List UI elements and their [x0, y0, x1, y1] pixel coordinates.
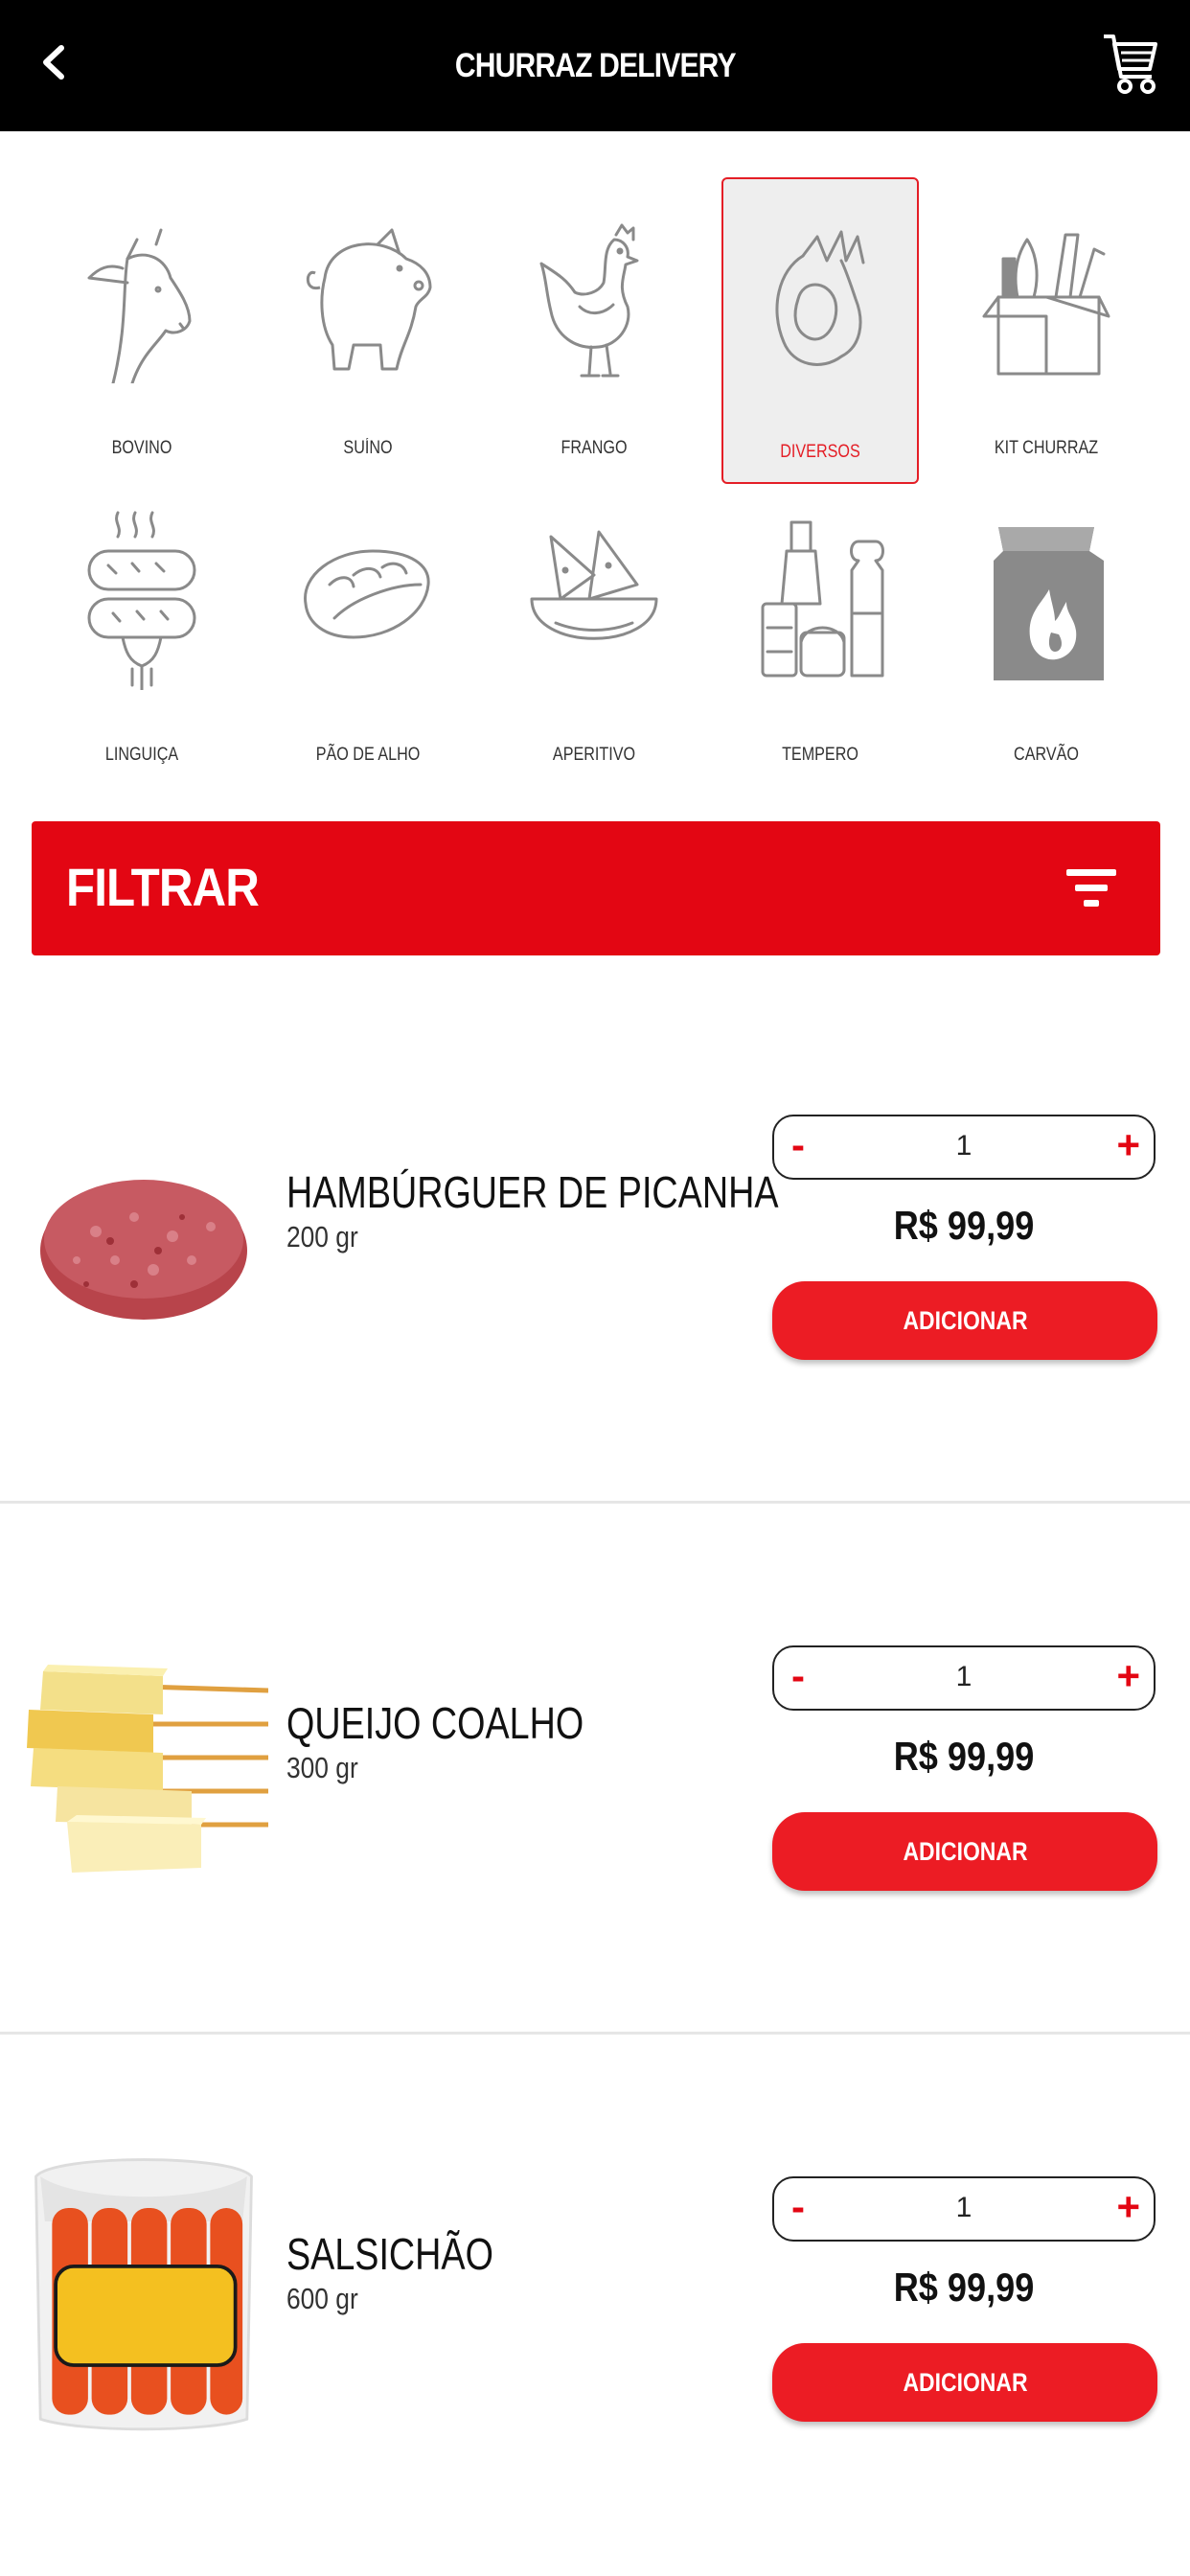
charcoal-bag-icon — [994, 527, 1104, 680]
category-carvao[interactable]: CARVÃO — [948, 479, 1145, 786]
product-card: QUEIJO COALHO 300 gr - 1 + R$ 99,99 ADIC… — [0, 1504, 1190, 2036]
product-price: R$ 99,99 — [893, 1203, 1035, 1248]
burger-patty-image — [40, 1180, 247, 1320]
increase-button[interactable]: + — [1116, 2184, 1140, 2230]
category-kit-churraz[interactable]: KIT CHURRAZ — [948, 172, 1145, 479]
product-name: SALSICHÃO — [286, 2229, 493, 2279]
category-aperitivo[interactable]: APERITIVO — [495, 479, 693, 786]
quantity-stepper[interactable]: - 1 + — [772, 1115, 1156, 1180]
quantity-stepper[interactable]: - 1 + — [772, 1645, 1156, 1711]
filter-icon — [1066, 869, 1116, 907]
cart-icon[interactable] — [1100, 29, 1161, 98]
category-tempero[interactable]: TEMPERO — [721, 479, 919, 786]
category-pao-de-alho[interactable]: PÃO DE ALHO — [269, 479, 467, 786]
add-to-cart-button[interactable]: ADICIONAR — [772, 2343, 1157, 2422]
spices-icon — [761, 520, 884, 678]
top-bar: CHURRAZ DELIVERY — [0, 0, 1190, 131]
category-label: APERITIVO — [552, 745, 636, 765]
category-diversos[interactable]: DIVERSOS — [721, 177, 919, 484]
category-label: KIT CHURRAZ — [994, 438, 1099, 458]
increase-button[interactable]: + — [1116, 1122, 1140, 1168]
quantity-value: 1 — [955, 1130, 973, 1162]
sausage-pack-image — [34, 2158, 253, 2431]
cow-icon — [87, 228, 192, 383]
filter-button[interactable]: FILTRAR — [32, 821, 1160, 955]
category-label: SUÍNO — [343, 438, 393, 458]
quantity-value: 1 — [955, 1661, 973, 1692]
category-label: LINGUIÇA — [104, 745, 179, 765]
product-price: R$ 99,99 — [893, 1734, 1035, 1779]
garlic-bread-icon — [304, 549, 430, 639]
category-label: BOVINO — [111, 438, 172, 458]
nachos-bowl-icon — [530, 530, 658, 640]
category-label: PÃO DE ALHO — [315, 745, 421, 765]
product-card: SALSICHÃO 600 gr - 1 + R$ 99,99 ADICIONA… — [0, 2035, 1190, 2566]
category-label: TEMPERO — [782, 745, 858, 765]
category-bovino[interactable]: BOVINO — [43, 172, 240, 479]
category-suino[interactable]: SUÍNO — [269, 172, 467, 479]
product-weight: 300 gr — [286, 1751, 358, 1784]
filter-label: FILTRAR — [66, 857, 260, 917]
category-frango[interactable]: FRANGO — [495, 172, 693, 479]
product-name: QUEIJO COALHO — [286, 1698, 584, 1748]
category-label: DIVERSOS — [780, 442, 860, 462]
product-price: R$ 99,99 — [893, 2265, 1035, 2310]
category-linguica[interactable]: LINGUIÇA — [43, 479, 240, 786]
back-arrow-icon[interactable] — [34, 38, 73, 86]
app-title: CHURRAZ DELIVERY — [454, 46, 737, 84]
category-label: FRANGO — [561, 438, 628, 458]
quantity-value: 1 — [955, 2192, 973, 2223]
chicken-icon — [539, 223, 639, 378]
add-to-cart-button[interactable]: ADICIONAR — [772, 1812, 1157, 1891]
quantity-stepper[interactable]: - 1 + — [772, 2176, 1156, 2242]
product-weight: 600 gr — [286, 2282, 358, 2315]
meat-cut-icon — [775, 230, 865, 366]
grocery-box-icon — [982, 233, 1110, 376]
product-name: HAMBÚRGUER DE PICANHA — [286, 1167, 779, 1217]
cheese-skewers-image — [27, 1665, 268, 1873]
pig-icon — [306, 228, 432, 371]
add-to-cart-button[interactable]: ADICIONAR — [772, 1281, 1157, 1360]
product-card: HAMBÚRGUER DE PICANHA 200 gr - 1 + R$ 99… — [0, 973, 1190, 1505]
increase-button[interactable]: + — [1116, 1653, 1140, 1699]
product-weight: 200 gr — [286, 1220, 358, 1254]
sausage-icon — [87, 511, 196, 690]
category-label: CARVÃO — [1014, 745, 1079, 765]
